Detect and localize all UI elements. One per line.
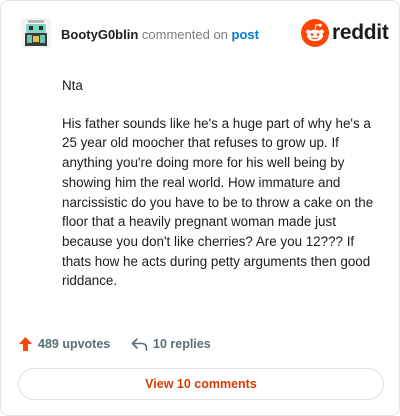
reddit-wordmark: reddit [332,21,389,44]
post-link[interactable]: post [232,27,259,42]
reddit-logo[interactable]: reddit [301,19,389,47]
comment-actions: 489 upvotes 10 replies [18,334,388,354]
avatar-image [21,18,51,48]
comment-body: Nta His father sounds like he's a huge p… [62,76,380,291]
reddit-snoo-icon [301,19,329,47]
username-link[interactable]: BootyG0blin [61,27,138,42]
comment-meta: BootyG0blin commented on post [61,27,259,42]
reply-count: 10 replies [153,337,211,351]
avatar[interactable] [21,18,51,48]
view-comments-button[interactable]: View 10 comments [18,368,384,400]
comment-paragraph: Nta [62,78,83,93]
upvote-button[interactable]: 489 upvotes [18,334,110,354]
upvote-arrow-icon [19,337,32,351]
comment-paragraph: His father sounds like he's a huge part … [62,115,374,289]
upvote-count: 489 upvotes [38,337,111,351]
comment-card: BootyG0blin commented on post reddit Nta… [0,0,400,416]
reply-arrow-icon [131,338,148,351]
comment-header: BootyG0blin commented on post reddit [21,18,389,52]
commented-on-text: commented on [141,27,228,42]
reply-button[interactable]: 10 replies [131,334,211,354]
